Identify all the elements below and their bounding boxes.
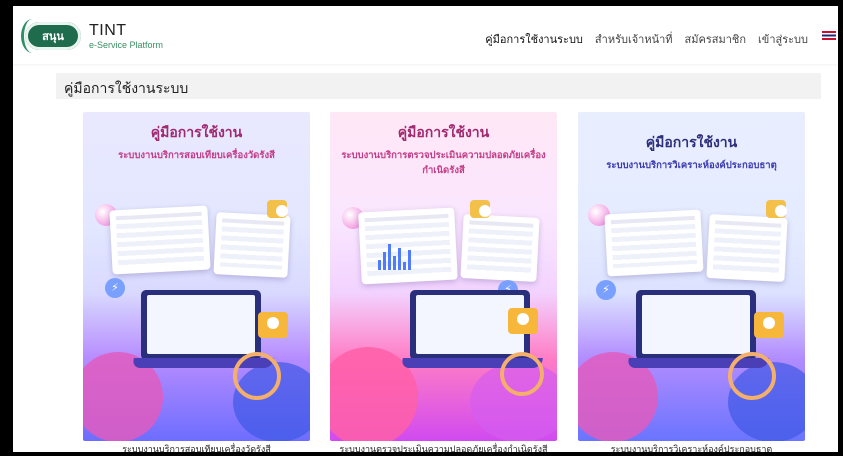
messenger-icon: ⚡ — [596, 280, 616, 300]
laptop-illustration — [141, 290, 261, 360]
page-title-bar: คู่มือการใช้งานระบบ — [56, 73, 821, 99]
nav-register[interactable]: สมัครสมาชิก — [685, 30, 747, 48]
manual-card-safety-inspection[interactable]: คู่มือการใช้งาน ระบบงานบริการตรวจประเมิน… — [330, 112, 557, 441]
card-heading: คู่มือการใช้งาน — [150, 125, 243, 141]
nav-staff[interactable]: สำหรับเจ้าหน้าที่ — [595, 30, 673, 48]
ring-decoration — [728, 352, 776, 400]
ring-decoration — [233, 352, 281, 400]
bar-chart-icon — [378, 240, 411, 270]
logo-badge: สนุน — [21, 19, 81, 53]
logo-subtitle: e-Service Platform — [89, 39, 164, 50]
logo-swirl-icon — [21, 19, 44, 53]
page-title: คู่มือการใช้งานระบบ — [64, 81, 189, 97]
card-subheading: ระบบงานบริการวิเคราะห์องค์ประกอบธาตุ — [606, 160, 777, 171]
tint-logo[interactable]: สนุน TINT e-Service Platform — [21, 19, 164, 53]
nav-login[interactable]: เข้าสู่ระบบ — [758, 30, 808, 48]
map-pin-icon — [258, 312, 288, 338]
top-navbar: สนุน TINT e-Service Platform คู่มือการใช… — [13, 6, 838, 64]
card-header: คู่มือการใช้งาน ระบบงานบริการสอบเทียบเคร… — [83, 122, 310, 163]
messenger-icon: ⚡ — [105, 278, 125, 298]
logo-badge-text: สนุน — [42, 30, 64, 43]
screenshot-panel-form — [706, 214, 788, 282]
screenshot-panel-table — [604, 209, 704, 277]
avatar-badge-icon — [470, 200, 491, 218]
avatar-badge-icon — [267, 200, 288, 218]
ring-decoration — [500, 352, 544, 396]
card-subheading: ระบบงานบริการสอบเทียบเครื่องวัดรังสี — [118, 150, 275, 161]
card-caption-calibration[interactable]: ระบบงานบริการสอบเทียบเครื่องวัดรังสี — [83, 442, 310, 452]
card-header: คู่มือการใช้งาน ระบบงานบริการตรวจประเมิน… — [330, 122, 557, 178]
logo-text: TINT e-Service Platform — [89, 21, 164, 50]
browser-viewport: สนุน TINT e-Service Platform คู่มือการใช… — [13, 6, 838, 452]
card-heading: คู่มือการใช้งาน — [645, 135, 738, 151]
card-header: คู่มือการใช้งาน ระบบงานบริการวิเคราะห์อง… — [578, 132, 805, 173]
screenshot-panel-table — [109, 205, 211, 275]
logo-title: TINT — [89, 21, 127, 39]
avatar-badge-icon — [766, 200, 787, 218]
nav-user-manual[interactable]: คู่มือการใช้งานระบบ — [485, 30, 583, 48]
screenshot-panel-form — [213, 212, 291, 278]
laptop-illustration — [636, 290, 756, 360]
card-caption-safety-inspection[interactable]: ระบบงานตรวจประเมินความปลอดภัยเครื่องกำเน… — [330, 442, 557, 452]
map-pin-icon — [754, 312, 784, 338]
manual-card-calibration[interactable]: คู่มือการใช้งาน ระบบงานบริการสอบเทียบเคร… — [83, 112, 310, 441]
card-caption-elemental-analysis[interactable]: ระบบงานบริการวิเคราะห์องค์ประกอบธาตุ — [578, 442, 805, 452]
nav-links: คู่มือการใช้งานระบบ สำหรับเจ้าหน้าที่ สม… — [485, 30, 808, 48]
map-pin-icon — [508, 308, 538, 334]
screenshot-panel-form — [460, 214, 540, 282]
english-flag-icon[interactable] — [822, 31, 836, 40]
manual-card-elemental-analysis[interactable]: คู่มือการใช้งาน ระบบงานบริการวิเคราะห์อง… — [578, 112, 805, 441]
card-subheading: ระบบงานบริการตรวจประเมินความปลอดภัยเครื่… — [341, 150, 546, 176]
card-heading: คู่มือการใช้งาน — [397, 125, 490, 141]
